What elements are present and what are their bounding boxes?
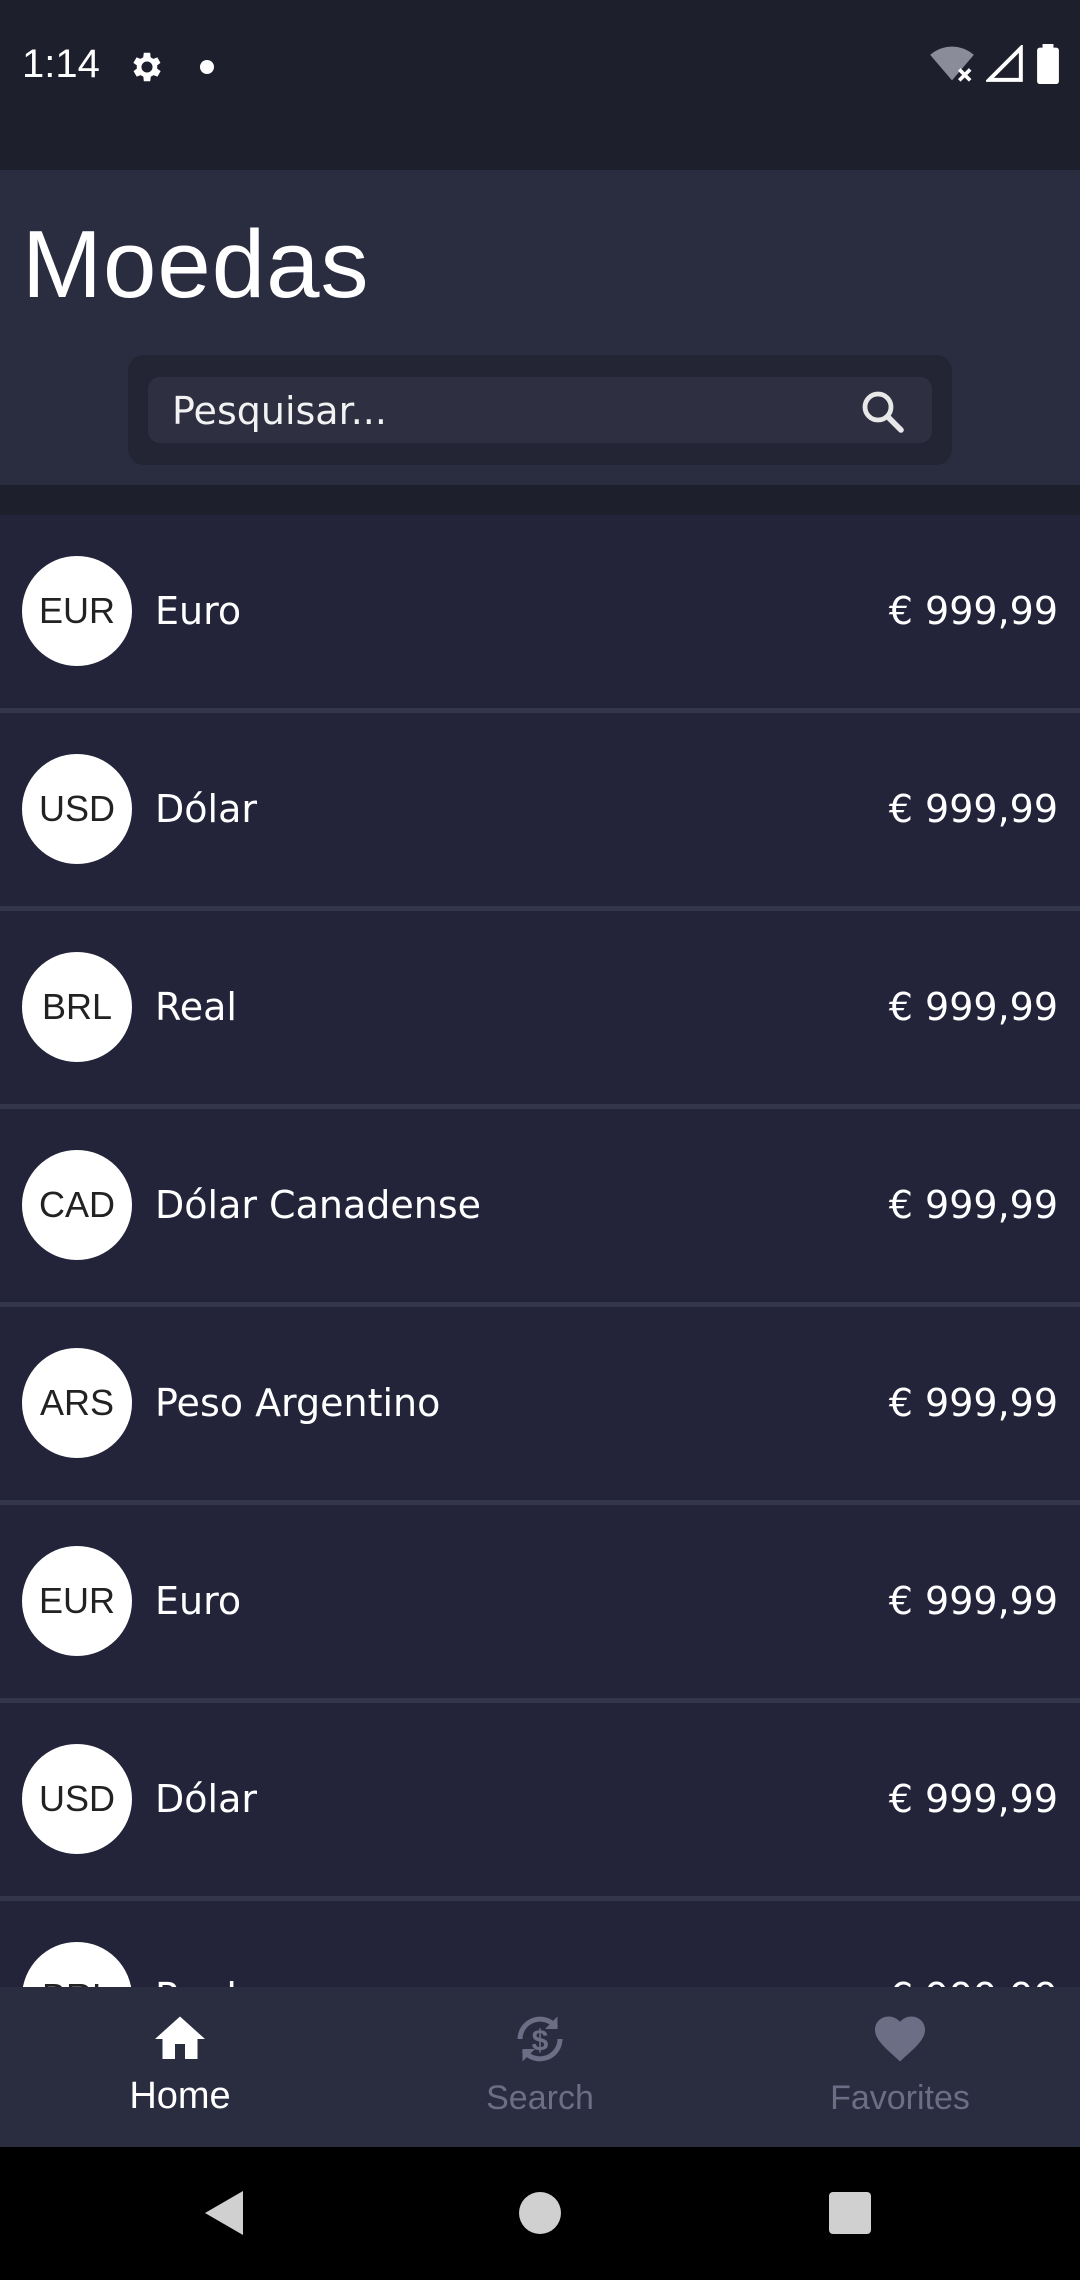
currency-name: Real <box>155 1975 237 1987</box>
currency-name: Real <box>155 985 237 1029</box>
notification-dot-icon <box>200 60 214 74</box>
nav-search-label: Search <box>486 2079 594 2117</box>
currency-price: € 999,99 <box>888 1777 1058 1821</box>
currency-name: Peso Argentino <box>155 1381 441 1425</box>
list-item[interactable]: USD Dólar € 999,99 <box>0 713 1080 911</box>
currency-price: € 999,99 <box>889 1975 1058 1987</box>
list-item[interactable]: EUR Euro € 999,99 <box>0 1505 1080 1703</box>
home-circle-icon[interactable] <box>519 2192 561 2234</box>
svg-text:$: $ <box>532 2024 549 2057</box>
currency-avatar: CAD <box>22 1150 132 1260</box>
nav-favorites[interactable]: Favorites <box>720 1987 1080 2147</box>
currency-price: € 999,99 <box>888 589 1058 633</box>
currency-avatar: USD <box>22 1744 132 1854</box>
currency-name: Dólar Canadense <box>155 1183 482 1227</box>
list-item[interactable]: ARS Peso Argentino € 999,99 <box>0 1307 1080 1505</box>
list-item[interactable]: EUR Euro € 999,99 <box>0 515 1080 713</box>
currency-price: € 999,99 <box>888 1579 1058 1623</box>
recent-apps-icon[interactable] <box>829 2192 871 2234</box>
list-item[interactable]: BRL Real € 999,99 <box>0 911 1080 1109</box>
currency-price: € 999,99 <box>888 1381 1058 1425</box>
app-header: Moedas <box>0 170 1080 485</box>
page-title: Moedas <box>22 211 370 318</box>
currency-price: € 999,99 <box>888 985 1058 1029</box>
currency-avatar: ARS <box>22 1348 132 1458</box>
status-bar: 1:14 <box>0 0 1080 170</box>
search-container <box>128 355 952 465</box>
list-item[interactable]: USD Dólar € 999,99 <box>0 1703 1080 1901</box>
list-item[interactable]: CAD Dólar Canadense € 999,99 <box>0 1109 1080 1307</box>
settings-gear-icon <box>133 52 161 82</box>
list-item[interactable]: BRL Real € 999,99 <box>0 1901 1080 1987</box>
currency-price: € 999,99 <box>888 787 1058 831</box>
currency-price: € 999,99 <box>888 1183 1058 1227</box>
currency-name: Euro <box>155 589 242 633</box>
search-box[interactable] <box>148 377 932 445</box>
wifi-off-icon <box>930 46 974 82</box>
battery-icon <box>1037 44 1059 84</box>
currency-avatar: EUR <box>22 1546 132 1656</box>
nav-home-label: Home <box>129 2075 231 2117</box>
currency-avatar: USD <box>22 754 132 864</box>
bottom-navigation: Home $ Search Favorites <box>0 1987 1080 2147</box>
nav-search[interactable]: $ Search <box>360 1987 720 2147</box>
currency-name: Dólar <box>155 787 257 831</box>
nav-favorites-label: Favorites <box>830 2079 970 2117</box>
nav-home[interactable]: Home <box>0 1987 360 2147</box>
currency-name: Dólar <box>155 1777 257 1821</box>
status-time: 1:14 <box>22 42 100 86</box>
search-icon[interactable] <box>858 387 906 435</box>
status-icons <box>930 44 1060 84</box>
system-navigation-bar <box>0 2147 1080 2280</box>
home-icon <box>155 2016 205 2059</box>
currency-list[interactable]: EUR Euro € 999,99 USD Dólar € 999,99 BRL… <box>0 515 1080 1987</box>
currency-avatar: EUR <box>22 556 132 666</box>
back-icon[interactable] <box>205 2191 243 2235</box>
heart-icon <box>875 2016 925 2062</box>
search-input[interactable] <box>170 377 854 445</box>
signal-icon <box>986 45 1023 82</box>
currency-avatar: BRL <box>22 952 132 1062</box>
currency-name: Euro <box>155 1579 242 1623</box>
currency-exchange-icon: $ <box>517 2016 563 2062</box>
currency-avatar: BRL <box>22 1942 132 1987</box>
